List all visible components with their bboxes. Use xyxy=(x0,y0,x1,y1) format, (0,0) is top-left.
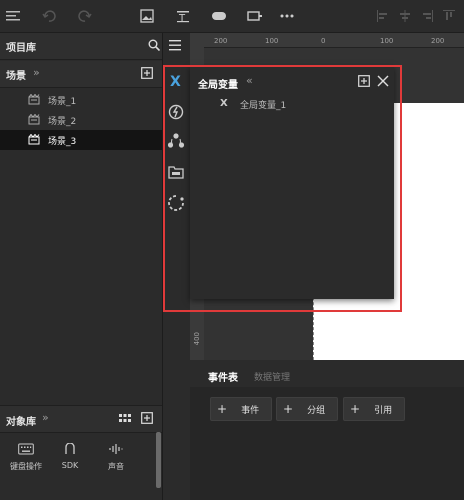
project-header: 项目库 xyxy=(0,33,162,60)
ruler-top: 200 100 0 100 200 xyxy=(190,33,464,48)
object-library-header: 对象库 » xyxy=(0,405,162,433)
ruler-tick-label: 0 xyxy=(321,37,326,45)
align-center-icon[interactable] xyxy=(396,7,414,25)
object-item-label: 键盘操作 xyxy=(10,462,42,471)
ruler-tick-label: 100 xyxy=(265,37,279,45)
add-group-button[interactable]: + 分组 xyxy=(276,397,338,421)
highlight-box xyxy=(163,65,402,312)
text-icon[interactable]: T xyxy=(174,7,192,25)
add-reference-button[interactable]: + 引用 xyxy=(343,397,405,421)
tab-event-table[interactable]: 事件表 xyxy=(208,369,238,384)
align-top-icon[interactable] xyxy=(440,7,458,25)
object-item-sdk[interactable]: SDK xyxy=(48,443,92,470)
object-item-label: SDK xyxy=(61,461,79,470)
redo-icon[interactable] xyxy=(76,7,94,25)
scenes-collapse-icon[interactable]: » xyxy=(33,66,40,79)
add-object-icon[interactable] xyxy=(141,412,153,424)
object-item-sound[interactable]: 声音 xyxy=(94,443,138,472)
tab-data-management[interactable]: 数据管理 xyxy=(254,370,290,383)
align-right-icon[interactable] xyxy=(418,7,436,25)
top-toolbar: T xyxy=(0,0,464,33)
hamburger-icon[interactable] xyxy=(169,40,181,51)
menu-icon[interactable] xyxy=(4,7,22,25)
event-table-area: 事件表 数据管理 + 事件 + 分组 + 引用 xyxy=(190,361,464,500)
align-left-icon[interactable] xyxy=(374,7,392,25)
grid-view-icon[interactable] xyxy=(119,414,131,424)
scene-icon xyxy=(28,114,40,125)
scene-label: 场景_2 xyxy=(48,117,77,127)
object-item-keyboard[interactable]: 键盘操作 xyxy=(4,443,48,472)
ruler-tick-label: 400 xyxy=(193,332,201,346)
sound-icon xyxy=(94,443,138,455)
add-group-label: 分组 xyxy=(307,405,326,416)
keyboard-icon xyxy=(4,443,48,455)
scenes-header: 场景 » xyxy=(0,61,162,88)
add-event-button[interactable]: + 事件 xyxy=(210,397,272,421)
object-library-collapse-icon[interactable]: » xyxy=(42,411,49,424)
add-scene-icon[interactable] xyxy=(141,67,153,79)
plus-icon: + xyxy=(350,402,361,416)
scene-item-3[interactable]: 场景_3 xyxy=(0,130,162,150)
image-icon[interactable] xyxy=(138,7,156,25)
scene-item-2[interactable]: 场景_2 xyxy=(0,110,162,130)
scene-label: 场景_1 xyxy=(48,97,77,107)
plus-icon: + xyxy=(217,402,228,416)
shape-icon[interactable] xyxy=(210,7,228,25)
scene-label: 场景_3 xyxy=(48,137,77,147)
add-reference-label: 引用 xyxy=(374,405,393,416)
ruler-tick-label: 100 xyxy=(380,37,394,45)
scene-item-1[interactable]: 场景_1 xyxy=(0,90,162,110)
scene-icon xyxy=(28,134,40,145)
component-icon[interactable] xyxy=(246,7,264,25)
add-event-label: 事件 xyxy=(241,405,260,416)
search-icon[interactable] xyxy=(148,39,160,51)
more-icon[interactable] xyxy=(278,7,296,25)
object-library-title: 对象库 xyxy=(6,417,36,428)
sdk-icon xyxy=(48,443,92,455)
ruler-tick-label: 200 xyxy=(214,37,228,45)
object-library-scrollbar[interactable] xyxy=(156,432,161,488)
ruler-tick-label: 200 xyxy=(431,37,445,45)
project-title: 项目库 xyxy=(6,43,36,54)
scenes-title: 场景 xyxy=(6,71,26,82)
event-tabs: 事件表 数据管理 xyxy=(190,361,464,387)
scene-icon xyxy=(28,94,40,105)
object-item-label: 声音 xyxy=(108,462,124,471)
undo-icon[interactable] xyxy=(40,7,58,25)
plus-icon: + xyxy=(283,402,294,416)
